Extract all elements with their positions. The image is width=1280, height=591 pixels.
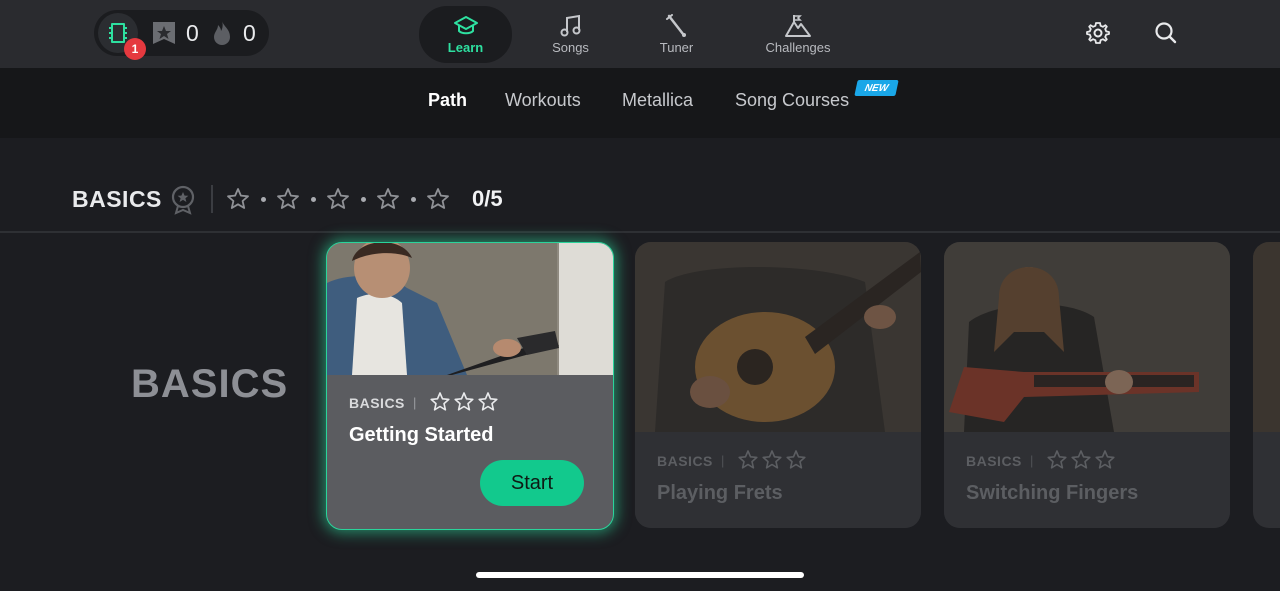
sub-nav: Path Workouts Metallica Song Courses	[0, 68, 1280, 138]
card-title: Playing Frets	[657, 482, 783, 504]
subnav-workouts[interactable]: Workouts	[505, 90, 581, 111]
card-stars	[430, 392, 498, 411]
lesson-card-switching-fingers[interactable]: BASICS | Switching Fingers	[944, 242, 1230, 528]
card-title: Switching Fingers	[966, 482, 1139, 504]
tab-label: Tuner	[659, 40, 694, 55]
star-shield-icon	[153, 22, 175, 44]
top-bar: 1 0 0 Learn Songs Tuner Challenges	[0, 0, 1280, 68]
tab-tuner[interactable]: Tuner	[630, 6, 723, 63]
graduation-cap-icon	[453, 16, 478, 35]
tab-songs[interactable]: Songs	[524, 6, 617, 63]
star-outline-icon	[227, 188, 249, 209]
home-indicator[interactable]	[476, 572, 804, 578]
progress-dot	[311, 197, 316, 202]
start-button[interactable]: Start	[480, 460, 584, 506]
card-footer	[944, 432, 1230, 528]
divider	[0, 231, 1280, 233]
section-title: BASICS	[72, 186, 162, 212]
lesson-photo	[1253, 242, 1280, 432]
tab-challenges[interactable]: Challenges	[751, 6, 845, 63]
lesson-photo	[327, 243, 613, 375]
progress-count: 0/5	[472, 186, 503, 211]
tab-learn[interactable]: Learn	[419, 6, 512, 63]
card-separator: |	[1030, 453, 1034, 468]
medal-icon	[171, 185, 195, 215]
progress-dot	[361, 197, 366, 202]
stars-count: 0	[186, 20, 199, 46]
gear-icon[interactable]	[1084, 19, 1112, 47]
lesson-card-playing-frets[interactable]: BASICS | Playing Frets	[635, 242, 921, 528]
divider	[211, 185, 213, 213]
card-separator: |	[721, 453, 725, 468]
lesson-photo	[944, 242, 1230, 432]
card-stars	[1047, 450, 1115, 469]
card-footer	[635, 432, 921, 528]
lesson-card-getting-started[interactable]: BASICS | Getting Started Start	[326, 242, 614, 530]
new-badge: NEW	[854, 80, 899, 96]
tuner-icon	[665, 14, 686, 37]
tab-label: Learn	[447, 40, 484, 55]
star-outline-icon	[377, 188, 399, 209]
challenges-icon	[785, 15, 811, 37]
tab-label: Songs	[552, 40, 589, 55]
notification-badge: 1	[124, 38, 146, 60]
streak-count: 0	[243, 20, 256, 46]
music-note-icon	[560, 14, 580, 37]
subnav-metallica[interactable]: Metallica	[622, 90, 693, 111]
tab-label: Challenges	[765, 40, 831, 55]
subnav-song-courses[interactable]: Song Courses	[735, 90, 849, 111]
progress-dot	[411, 197, 416, 202]
card-category: BASICS	[657, 453, 713, 469]
section-label: BASICS	[131, 362, 289, 406]
card-category: BASICS	[349, 395, 405, 411]
search-icon[interactable]	[1152, 19, 1180, 47]
star-outline-icon	[277, 188, 299, 209]
lesson-photo	[635, 242, 921, 432]
card-stars	[738, 450, 806, 469]
flame-icon	[214, 21, 230, 45]
card-title: Getting Started	[349, 424, 494, 446]
lesson-card-partial[interactable]	[1253, 242, 1280, 528]
subnav-path[interactable]: Path	[428, 90, 467, 111]
card-category: BASICS	[966, 453, 1022, 469]
card-separator: |	[413, 395, 417, 410]
stats-pill[interactable]: 1 0 0	[94, 10, 269, 60]
progress-dot	[261, 197, 266, 202]
star-outline-icon	[427, 188, 449, 209]
star-outline-icon	[327, 188, 349, 209]
